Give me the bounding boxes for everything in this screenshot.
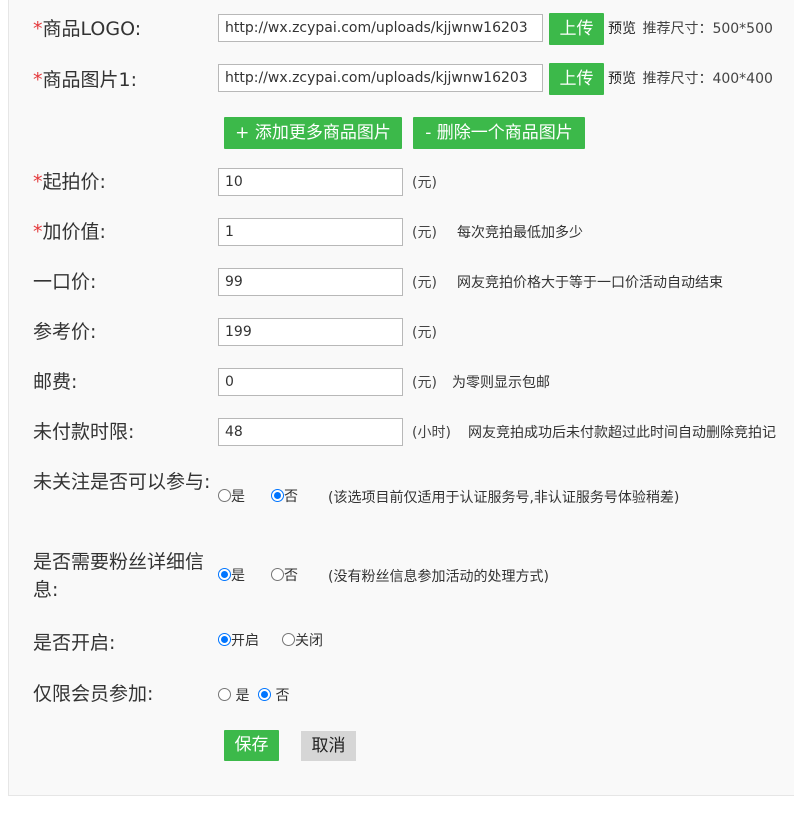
image1-size-hint: 推荐尺寸：400*400: [642, 71, 773, 87]
radio-icon[interactable]: [271, 568, 284, 581]
required-mark: *: [33, 69, 43, 91]
buyout-hint: 网友竞拍价格大于等于一口价活动自动结束: [457, 275, 723, 291]
reference-label: 参考价:: [33, 321, 97, 343]
pay-limit-hint: 网友竞拍成功后未付款超过此时间自动删除竞拍记: [468, 425, 776, 441]
add-image-button[interactable]: + 添加更多商品图片: [224, 117, 402, 149]
follow-option-no[interactable]: 否: [271, 488, 298, 506]
radio-checked-icon[interactable]: [218, 633, 231, 646]
buyout-input[interactable]: 99: [218, 268, 403, 296]
pay-limit-input[interactable]: 48: [218, 418, 403, 446]
shipping-input[interactable]: 0: [218, 368, 403, 396]
increment-input[interactable]: 1: [218, 218, 403, 246]
enabled-option-on[interactable]: 开启: [218, 632, 259, 650]
image1-preview-link[interactable]: 预览: [608, 71, 636, 87]
radio-icon[interactable]: [282, 633, 295, 646]
fan-info-hint: (没有粉丝信息参加活动的处理方式): [328, 569, 549, 585]
image1-label: *商品图片1:: [33, 67, 137, 93]
cancel-button[interactable]: 取消: [301, 731, 356, 761]
members-only-option-yes[interactable]: 是: [218, 687, 249, 705]
logo-label: *商品LOGO:: [33, 16, 141, 42]
fan-info-yes-label: 是: [231, 568, 245, 584]
remove-image-button[interactable]: - 删除一个商品图片: [413, 117, 585, 149]
members-only-option-no[interactable]: 否: [258, 687, 289, 705]
logo-url-input[interactable]: http://wx.zcypai.com/uploads/kjjwnw16203: [218, 14, 543, 42]
start-price-input[interactable]: 10: [218, 168, 403, 196]
logo-label-text: 商品LOGO:: [42, 18, 142, 40]
buyout-label: 一口价:: [33, 271, 97, 293]
increment-label-text: 加价值:: [42, 221, 106, 243]
shipping-label: 邮费:: [33, 371, 78, 393]
fan-info-option-yes[interactable]: 是: [218, 567, 245, 585]
fan-info-label: 是否需要粉丝详细信息:: [33, 551, 205, 601]
increment-hint: 每次竞拍最低加多少: [457, 225, 583, 241]
save-button[interactable]: 保存: [224, 730, 279, 761]
logo-size-hint: 推荐尺寸：500*500: [642, 21, 773, 37]
start-price-unit: (元): [412, 175, 437, 191]
members-only-no-label: 否: [275, 688, 290, 704]
radio-checked-icon[interactable]: [218, 568, 231, 581]
fan-info-option-no[interactable]: 否: [271, 567, 298, 585]
reference-input[interactable]: 199: [218, 318, 403, 346]
buyout-unit: (元): [412, 275, 437, 291]
pay-limit-unit: (小时): [412, 425, 451, 441]
increment-unit: (元): [412, 225, 437, 241]
shipping-unit: (元): [412, 375, 437, 391]
pay-limit-label: 未付款时限:: [33, 421, 135, 443]
follow-yes-label: 是: [231, 489, 245, 505]
follow-hint: (该选项目前仅适用于认证服务号,非认证服务号体验稍差): [328, 490, 680, 506]
logo-extras: 预览 推荐尺寸：500*500: [608, 18, 773, 38]
members-only-label: 仅限会员参加:: [33, 683, 154, 705]
image1-upload-button[interactable]: 上传: [549, 63, 604, 95]
follow-label: 未关注是否可以参与:: [33, 471, 211, 493]
enabled-off-label: 关闭: [295, 633, 323, 649]
shipping-hint: 为零则显示包邮: [452, 375, 550, 391]
fan-info-no-label: 否: [284, 568, 298, 584]
start-price-label: *起拍价:: [33, 169, 106, 195]
radio-icon[interactable]: [218, 489, 231, 502]
reference-unit: (元): [412, 325, 437, 341]
image1-label-text: 商品图片1:: [42, 69, 138, 91]
increment-label: *加价值:: [33, 219, 106, 245]
follow-option-yes[interactable]: 是: [218, 488, 245, 506]
enabled-label: 是否开启:: [33, 632, 116, 654]
members-only-yes-label: 是: [235, 688, 250, 704]
radio-checked-icon[interactable]: [271, 489, 284, 502]
required-mark: *: [33, 221, 43, 243]
logo-preview-link[interactable]: 预览: [608, 21, 636, 37]
image1-extras: 预览 推荐尺寸：400*400: [608, 68, 773, 88]
required-mark: *: [33, 171, 43, 193]
enabled-on-label: 开启: [231, 633, 259, 649]
start-price-label-text: 起拍价:: [42, 171, 106, 193]
enabled-option-off[interactable]: 关闭: [282, 632, 323, 650]
image1-url-input[interactable]: http://wx.zcypai.com/uploads/kjjwnw16203: [218, 64, 543, 92]
required-mark: *: [33, 18, 43, 40]
radio-checked-icon[interactable]: [258, 688, 271, 701]
follow-no-label: 否: [284, 489, 298, 505]
logo-upload-button[interactable]: 上传: [549, 13, 604, 45]
radio-icon[interactable]: [218, 688, 231, 701]
